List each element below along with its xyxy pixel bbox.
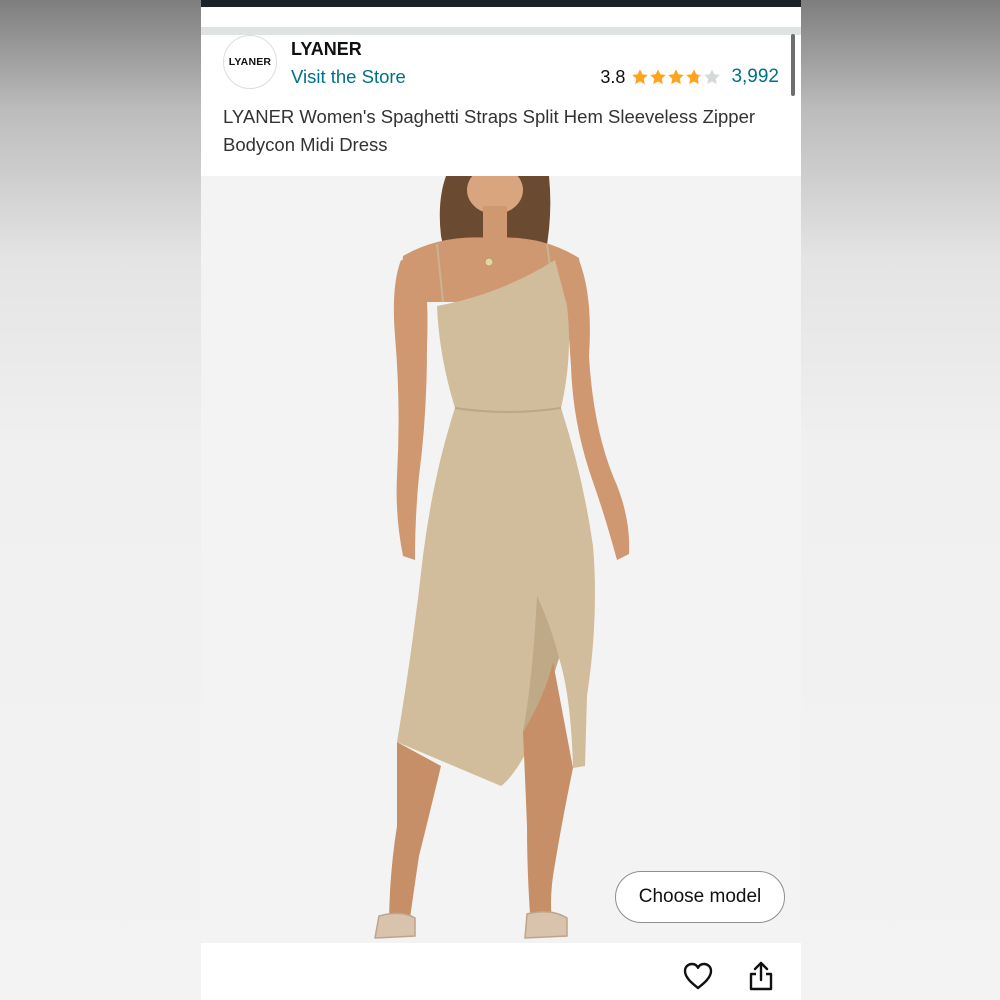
visit-store-link[interactable]: Visit the Store xyxy=(291,66,406,88)
heart-icon[interactable] xyxy=(681,959,715,993)
rating-value: 3.8 xyxy=(600,66,626,87)
star-icon xyxy=(650,69,667,85)
rating-stars xyxy=(631,68,721,86)
brand-name: LYANER xyxy=(291,39,362,59)
action-row xyxy=(201,943,801,1000)
section-divider xyxy=(201,27,801,35)
review-count[interactable]: 3,992 xyxy=(731,66,779,88)
product-image[interactable] xyxy=(201,176,801,943)
top-bar xyxy=(201,0,801,7)
brand-row: LYANER LYANER Visit the Store 3.8 3,992 xyxy=(201,35,801,101)
app-screen: LYANER LYANER Visit the Store 3.8 3,992 … xyxy=(201,0,801,1000)
background-blur-left xyxy=(0,0,201,1000)
background-blur-right xyxy=(801,0,1000,1000)
product-title: LYANER Women's Spaghetti Straps Split He… xyxy=(223,106,756,155)
share-icon[interactable] xyxy=(744,959,778,993)
rating-summary[interactable]: 3.8 3,992 xyxy=(600,65,779,89)
scroll-indicator xyxy=(791,34,795,96)
brand-logo[interactable]: LYANER xyxy=(223,35,277,89)
star-icon xyxy=(632,69,649,85)
product-photo xyxy=(201,176,801,943)
star-empty-icon xyxy=(704,69,721,85)
star-icon xyxy=(668,69,685,85)
star-half-icon xyxy=(686,69,703,85)
choose-model-button[interactable]: Choose model xyxy=(615,871,785,923)
